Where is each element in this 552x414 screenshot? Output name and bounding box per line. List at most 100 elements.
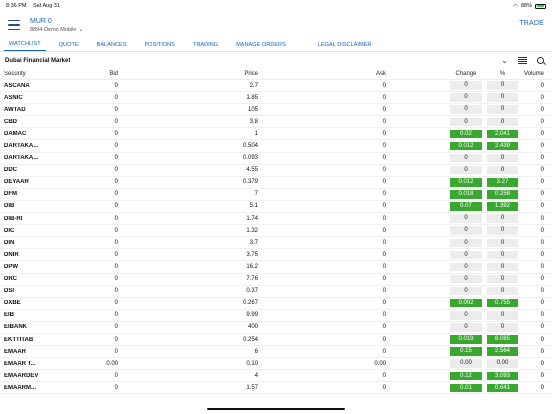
table-row[interactable]: DARTAKA... 0 0.504 0 0.012 2.439 0 xyxy=(0,140,552,153)
ask-value: 0 xyxy=(382,118,386,125)
price-value: 0.10 xyxy=(246,360,258,367)
table-row[interactable]: EIBANK 0 400 0 0 0 0 xyxy=(0,322,552,334)
table-row[interactable]: ASCANA 0 2.7 0 0 0 0 xyxy=(0,80,552,93)
tab-trading[interactable]: TRADING xyxy=(188,42,223,51)
price-value: 0.093 xyxy=(242,155,258,162)
bid-value: 0 xyxy=(114,155,118,162)
tab-legal-disclaimer[interactable]: LEGAL DISCLAIMER xyxy=(313,42,377,51)
tab-positions[interactable]: POSITIONS xyxy=(139,42,179,51)
table-row[interactable]: DIN 0 3.7 0 0 0 0 xyxy=(0,237,552,250)
percent-cell: 0 xyxy=(482,286,518,296)
percent-value: 1.392 xyxy=(487,202,518,211)
change-cell: 0 xyxy=(386,105,482,114)
volume-value: 0 xyxy=(540,384,544,391)
chevron-down-icon[interactable]: ⌄ xyxy=(501,56,508,65)
header-percent[interactable]: % xyxy=(482,71,518,77)
security-symbol: DFM xyxy=(4,191,17,198)
table-row[interactable]: DEYAAR 0 0.379 0 0.012 3.27 0 xyxy=(0,177,552,189)
change-cell: 0 xyxy=(386,165,482,175)
header-percent-label: % xyxy=(499,71,506,77)
change-value: 0 xyxy=(450,262,482,272)
table-row[interactable]: ASNIC 0 1.85 0 0 0 0 xyxy=(0,92,552,105)
percent-value: 0 xyxy=(487,311,518,320)
ask-value: 0 xyxy=(382,324,386,331)
tab-quote[interactable]: QUOTE xyxy=(54,42,84,51)
table-row[interactable]: DFM 0 7 0 0.018 0.258 0 xyxy=(0,189,552,201)
percent-value: 0.641 xyxy=(487,383,518,393)
tab-manage-orders[interactable]: MANAGE ORDERS xyxy=(231,42,291,51)
change-cell: 0 xyxy=(386,274,482,284)
security-symbol: DAMAC xyxy=(4,130,27,137)
header-price[interactable]: Price xyxy=(118,71,258,77)
volume-value: 0 xyxy=(540,215,544,222)
table-row[interactable]: EMAAR T... 0.00 0.10 0.00 0.00 0.00 0 xyxy=(0,358,552,371)
ask-value: 0 xyxy=(382,179,386,186)
ask-value: 0 xyxy=(382,348,386,355)
percent-cell: 0.641 xyxy=(482,383,518,393)
table-row[interactable]: DAMAC 0 1 0 0.02 2.041 0 xyxy=(0,128,552,141)
volume-value: 0 xyxy=(540,360,544,367)
menu-icon[interactable] xyxy=(8,20,20,30)
change-cell: 0 xyxy=(386,153,482,163)
tab-balances[interactable]: BALANCES xyxy=(92,42,132,51)
table-row[interactable]: DNIR 0 3.75 0 0 0 0 xyxy=(0,249,552,262)
table-row[interactable]: EKTTITAB 0 0.254 0 0.019 8.085 0 xyxy=(0,334,552,347)
header-security[interactable]: Security xyxy=(0,71,60,77)
bid-value: 0 xyxy=(114,348,118,355)
table-row[interactable]: AWTAD 0 105 0 0 0 0 xyxy=(0,104,552,117)
header-change[interactable]: Change xyxy=(386,71,482,77)
change-value: 0.018 xyxy=(450,190,482,199)
list-icon[interactable] xyxy=(518,56,527,65)
table-row[interactable]: DRC 0 7.76 0 0 0 0 xyxy=(0,274,552,286)
trade-button[interactable]: TRADE xyxy=(519,20,544,27)
account-selector[interactable]: MUR 0 8894-Demo Mobile ⌄ xyxy=(30,17,84,34)
table-row[interactable]: DIC 0 1.32 0 0 0 0 xyxy=(0,225,552,238)
bid-value: 0 xyxy=(114,82,118,89)
security-symbol: DRC xyxy=(4,276,17,283)
change-cell: 0 xyxy=(386,214,482,223)
change-value: 0.02 xyxy=(450,129,482,139)
change-cell: 0.012 xyxy=(386,141,482,151)
header-volume[interactable]: Volume xyxy=(518,71,548,77)
table-row[interactable]: DARTAKA... 0 0.093 0 0 0 0 xyxy=(0,153,552,165)
table-row[interactable]: EMAAR 0 6 0 0.15 2.564 0 xyxy=(0,346,552,359)
ask-value: 0 xyxy=(382,106,386,113)
bid-value: 0 xyxy=(114,94,118,101)
table-row[interactable]: DIB-RI 0 1.74 0 0 0 0 xyxy=(0,213,552,226)
ask-value: 0 xyxy=(382,191,386,198)
table-row[interactable]: DPW 0 16.2 0 0 0 0 xyxy=(0,261,552,274)
table-row[interactable]: EIB 0 9.99 0 0 0 0 xyxy=(0,310,552,322)
table-row[interactable]: EMAARDEV 0 4 0 0.12 3.093 0 xyxy=(0,370,552,383)
header-ask[interactable]: Ask xyxy=(258,71,386,77)
table-row[interactable]: DIB 0 5.1 0 0.07 1.392 0 xyxy=(0,201,552,214)
ask-value: 0 xyxy=(382,276,386,283)
table-row[interactable]: CBD 0 3.8 0 0 0 0 xyxy=(0,116,552,129)
ask-value: 0 xyxy=(382,227,386,234)
percent-value: 0 xyxy=(487,262,518,272)
search-icon[interactable] xyxy=(537,57,544,64)
percent-cell: 0 xyxy=(482,117,518,127)
bid-value: 0 xyxy=(114,312,118,319)
security-symbol: DARTAKA... xyxy=(4,143,39,150)
bid-value: 0 xyxy=(114,324,118,331)
security-symbol: EMAARDEV xyxy=(4,372,39,379)
table-row[interactable]: DDC 0 4.55 0 0 0 0 xyxy=(0,165,552,177)
change-cell: 0 xyxy=(386,117,482,127)
table-row[interactable]: DSI 0 0.37 0 0 0 0 xyxy=(0,286,552,298)
table-row[interactable]: DXBE 0 0.267 0 0.002 0.755 0 xyxy=(0,298,552,310)
percent-value: 0 xyxy=(487,238,518,248)
percent-cell: 0.258 xyxy=(482,190,518,199)
header-bid[interactable]: Bid xyxy=(60,71,118,77)
account-name: MUR 0 xyxy=(30,17,52,25)
change-cell: 0 xyxy=(386,226,482,235)
tab-watchlist[interactable]: WATCHLIST xyxy=(4,41,46,51)
price-value: 0.254 xyxy=(242,336,258,343)
table-row[interactable]: EMAARM... 0 1.57 0 0.01 0.641 0 xyxy=(0,382,552,395)
percent-value: 8.085 xyxy=(487,335,518,344)
volume-value: 0 xyxy=(540,251,544,258)
percent-cell: 0 xyxy=(482,214,518,223)
wifi-icon: ◠ xyxy=(512,3,518,10)
bid-value: 0 xyxy=(114,384,118,391)
change-value: 0.12 xyxy=(450,371,482,381)
percent-value: 0 xyxy=(487,250,518,260)
